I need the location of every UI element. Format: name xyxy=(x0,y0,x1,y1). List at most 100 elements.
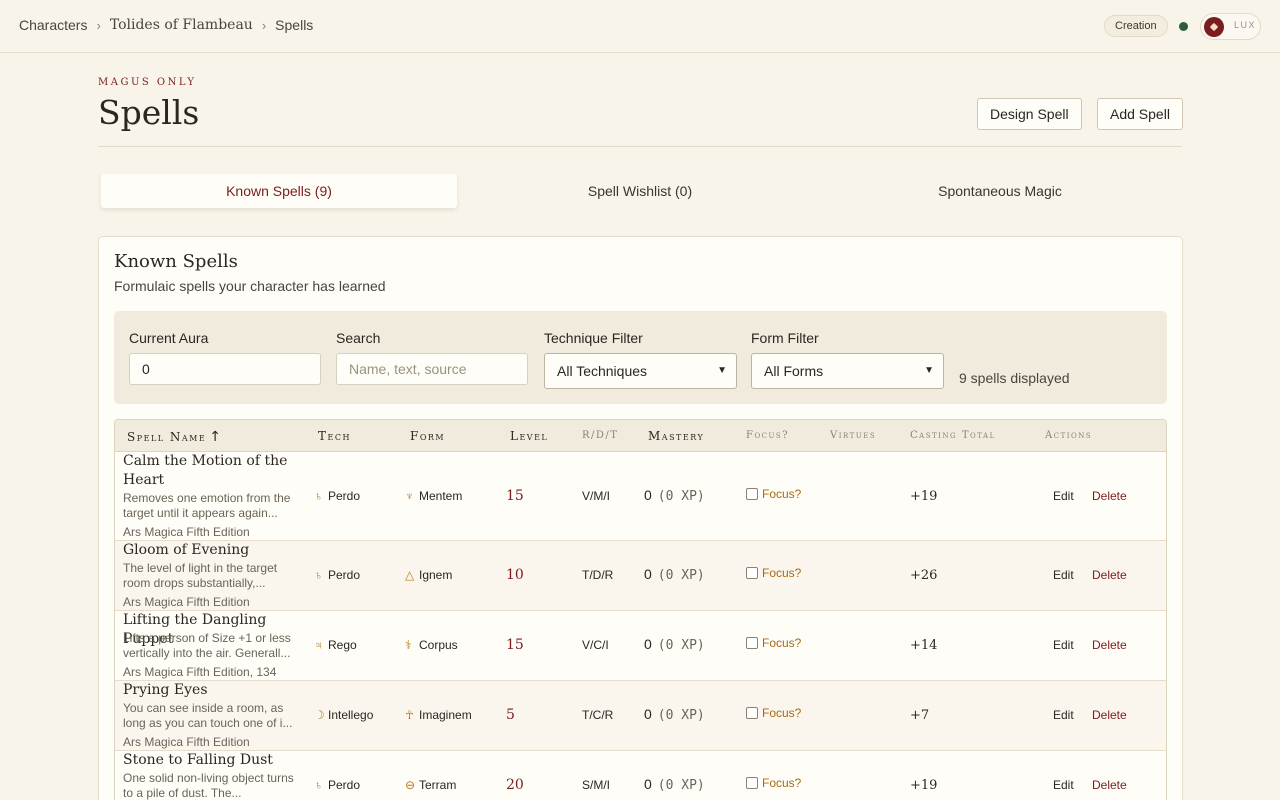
column-mastery[interactable]: Mastery xyxy=(648,429,704,443)
status-dot-icon xyxy=(1179,22,1188,31)
column-actions: Actions xyxy=(1045,430,1093,441)
aura-label: Current Aura xyxy=(129,330,209,346)
breadcrumb-current: Spells xyxy=(275,17,314,33)
mode-badge[interactable]: Creation xyxy=(1104,15,1168,37)
search-label: Search xyxy=(336,330,381,346)
spell-tech: ♃ Rego xyxy=(314,638,357,652)
spell-mastery: 0 (0 XP) xyxy=(644,776,705,793)
spell-mastery: 0 (0 XP) xyxy=(644,566,705,583)
sort-arrow-up-icon: ↑ xyxy=(209,429,223,445)
column-spell-name[interactable]: Spell Name ↑ xyxy=(127,429,222,445)
tab-known-spells[interactable]: Known Spells (9) xyxy=(101,174,457,208)
casting-total: +19 xyxy=(910,778,938,793)
theme-label: LUX xyxy=(1234,20,1257,30)
spell-rdt: V/M/I xyxy=(582,489,611,503)
spell-source: Ars Magica Fifth Edition xyxy=(123,595,250,609)
edit-button[interactable]: Edit xyxy=(1053,638,1074,652)
aura-input[interactable] xyxy=(129,353,321,385)
checkbox-icon[interactable] xyxy=(746,637,758,649)
table-row[interactable]: Calm the Motion of the Heart Removes one… xyxy=(115,452,1166,541)
mentem-icon: ♆ xyxy=(405,489,414,503)
form-filter-value: All Forms xyxy=(764,363,824,379)
column-rdt: R/D/T xyxy=(582,430,619,441)
theme-toggle[interactable]: LUX xyxy=(1200,13,1261,40)
add-spell-button[interactable]: Add Spell xyxy=(1097,98,1183,130)
spell-rdt: S/M/I xyxy=(582,778,611,792)
spell-tech: ♄ Perdo xyxy=(314,568,361,582)
column-tech[interactable]: Tech xyxy=(318,429,351,443)
page-title: Spells xyxy=(98,93,200,132)
table-row[interactable]: Lifting the Dangling Puppet Lifts a pers… xyxy=(115,611,1166,681)
focus-checkbox[interactable]: Focus? xyxy=(746,776,801,790)
design-spell-button[interactable]: Design Spell xyxy=(977,98,1082,130)
edit-button[interactable]: Edit xyxy=(1053,489,1074,503)
chevron-right-icon: › xyxy=(261,17,267,33)
column-level[interactable]: Level xyxy=(510,429,548,443)
casting-total: +19 xyxy=(910,489,938,504)
imaginem-icon: ☥ xyxy=(405,708,414,722)
column-focus: Focus? xyxy=(746,430,790,441)
spell-form: ♆ Mentem xyxy=(405,489,463,503)
edit-button[interactable]: Edit xyxy=(1053,708,1074,722)
chevron-right-icon: › xyxy=(96,17,101,33)
tab-spell-wishlist[interactable]: Spell Wishlist (0) xyxy=(462,174,818,208)
column-casting-total: Casting Total xyxy=(910,430,996,441)
card-subtitle: Formulaic spells your character has lear… xyxy=(114,278,386,294)
spell-level: 5 xyxy=(506,707,515,723)
spell-name: Gloom of Evening xyxy=(123,542,250,558)
page-overline: MAGUS ONLY xyxy=(98,77,197,88)
checkbox-icon[interactable] xyxy=(746,567,758,579)
casting-total: +26 xyxy=(910,568,938,583)
spell-mastery: 0 (0 XP) xyxy=(644,706,705,723)
spell-rdt: V/C/I xyxy=(582,638,609,652)
spell-form: △ Ignem xyxy=(405,568,453,582)
technique-filter-select[interactable]: All Techniques ▼ xyxy=(544,353,737,389)
rego-icon: ♃ xyxy=(314,638,323,652)
focus-checkbox[interactable]: Focus? xyxy=(746,706,801,720)
table-row[interactable]: Prying Eyes You can see inside a room, a… xyxy=(115,681,1166,751)
breadcrumb: Characters › Tolides of Flambeau › Spell… xyxy=(19,17,313,33)
casting-total: +14 xyxy=(910,638,938,653)
focus-checkbox[interactable]: Focus? xyxy=(746,566,801,580)
chevron-down-icon: ▼ xyxy=(924,365,934,376)
spell-mastery: 0 (0 XP) xyxy=(644,636,705,653)
edit-button[interactable]: Edit xyxy=(1053,568,1074,582)
search-input[interactable] xyxy=(336,353,528,385)
spell-level: 15 xyxy=(506,637,524,653)
checkbox-icon[interactable] xyxy=(746,777,758,789)
checkbox-icon[interactable] xyxy=(746,707,758,719)
top-bar: Characters › Tolides of Flambeau › Spell… xyxy=(0,0,1280,53)
spells-table: Spell Name ↑ Tech Form Level R/D/T Master… xyxy=(114,419,1167,800)
spell-rdt: T/D/R xyxy=(582,568,614,582)
table-row[interactable]: Stone to Falling Dust One solid non-livi… xyxy=(115,751,1166,800)
delete-button[interactable]: Delete xyxy=(1092,778,1127,792)
spell-rdt: T/C/R xyxy=(582,708,614,722)
breadcrumb-characters[interactable]: Characters xyxy=(19,17,87,33)
known-spells-card: Known Spells Formulaic spells your chara… xyxy=(98,236,1183,800)
checkbox-icon[interactable] xyxy=(746,488,758,500)
perdo-icon: ♄ xyxy=(314,778,323,792)
spell-form: ☥ Imaginem xyxy=(405,708,472,722)
delete-button[interactable]: Delete xyxy=(1092,638,1127,652)
technique-filter-value: All Techniques xyxy=(557,363,648,379)
spell-name: Stone to Falling Dust xyxy=(123,752,273,768)
table-row[interactable]: Gloom of Evening The level of light in t… xyxy=(115,541,1166,611)
edit-button[interactable]: Edit xyxy=(1053,778,1074,792)
breadcrumb-character[interactable]: Tolides of Flambeau xyxy=(110,17,253,33)
spell-count: 9 spells displayed xyxy=(959,370,1070,386)
spell-description: Lifts a person of Size +1 or less vertic… xyxy=(123,631,291,660)
tab-spontaneous-magic[interactable]: Spontaneous Magic xyxy=(822,174,1178,208)
focus-checkbox[interactable]: Focus? xyxy=(746,487,801,501)
focus-checkbox[interactable]: Focus? xyxy=(746,636,801,650)
delete-button[interactable]: Delete xyxy=(1092,568,1127,582)
corpus-icon: ⚕ xyxy=(405,638,412,652)
delete-button[interactable]: Delete xyxy=(1092,489,1127,503)
delete-button[interactable]: Delete xyxy=(1092,708,1127,722)
form-filter-select[interactable]: All Forms ▼ xyxy=(751,353,944,389)
column-form[interactable]: Form xyxy=(410,429,445,443)
spell-description: The level of light in the target room dr… xyxy=(123,561,278,590)
spell-tech: ☽ Intellego xyxy=(314,708,374,722)
terram-icon: ⊖ xyxy=(405,778,416,792)
card-title: Known Spells xyxy=(114,251,238,272)
spell-name: Prying Eyes xyxy=(123,682,208,698)
